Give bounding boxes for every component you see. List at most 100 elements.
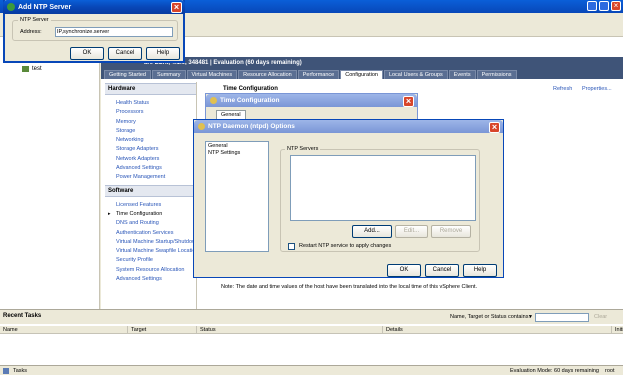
task-columns: Name Target Status Details Initi: [0, 326, 623, 334]
tab-performance[interactable]: Performance: [297, 70, 340, 79]
software-item-security-profile[interactable]: Security Profile: [105, 256, 196, 265]
refresh-link[interactable]: Refresh: [553, 86, 572, 92]
cancel-button[interactable]: Cancel: [108, 47, 142, 60]
hardware-item-processors[interactable]: Processors: [105, 108, 196, 117]
user-status: root: [605, 368, 615, 374]
recent-tasks-panel: Recent Tasks Name, Target or Status cont…: [0, 309, 623, 365]
hardware-item-advanced-settings[interactable]: Advanced Settings: [105, 164, 196, 173]
address-input[interactable]: [55, 27, 173, 37]
col-name[interactable]: Name: [0, 326, 128, 334]
minimize-icon[interactable]: [587, 1, 597, 11]
ntp-cancel-button[interactable]: Cancel: [425, 264, 459, 277]
hardware-item-memory[interactable]: Memory: [105, 118, 196, 127]
software-item-dns-and-routing[interactable]: DNS and Routing: [105, 219, 196, 228]
window-controls: ×: [587, 1, 621, 11]
recent-tasks-title: Recent Tasks: [3, 313, 42, 319]
ntp-nav-list: General NTP Settings: [205, 141, 269, 252]
host-icon: [22, 66, 29, 72]
col-status[interactable]: Status: [197, 326, 383, 334]
tree-item-label: test: [32, 66, 42, 72]
properties-link[interactable]: Properties...: [582, 86, 612, 92]
time-config-title-bar: Time Configuration ×: [206, 94, 417, 107]
tab-strip: Getting Started Summary Virtual Machines Re…: [101, 69, 623, 79]
col-target[interactable]: Target: [128, 326, 197, 334]
content-title: Time Configuration: [223, 86, 278, 92]
add-ntp-title-bar: Add NTP Server ×: [3, 0, 185, 14]
close-icon[interactable]: ×: [611, 1, 621, 11]
filter-dropdown-icon[interactable]: ▼: [528, 314, 533, 320]
close-icon[interactable]: ×: [403, 96, 414, 107]
edit-button[interactable]: Edit...: [395, 225, 428, 238]
config-nav: Hardware Health Status Processors Memory St…: [105, 82, 198, 314]
recent-tasks-bar: Recent Tasks Name, Target or Status cont…: [0, 310, 623, 324]
tab-resource-allocation[interactable]: Resource Allocation: [238, 70, 297, 79]
software-item-authentication-services[interactable]: Authentication Services: [105, 229, 196, 238]
hardware-list: Health Status Processors Memory Storage Netw…: [105, 95, 196, 183]
status-bar: Tasks Evaluation Mode: 60 days remaining…: [0, 365, 623, 375]
ntp-servers-group: NTP Servers Add... Edit... Remove Restar…: [280, 146, 480, 252]
software-header: Software: [105, 184, 196, 197]
hardware-item-networking[interactable]: Networking: [105, 136, 196, 145]
remove-button[interactable]: Remove: [431, 225, 471, 238]
col-initiated[interactable]: Initi: [612, 326, 623, 334]
tab-events[interactable]: Events: [448, 70, 476, 79]
tab-virtual-machines[interactable]: Virtual Machines: [186, 70, 238, 79]
ntp-server-list[interactable]: [290, 155, 476, 221]
time-config-title: Time Configuration: [220, 97, 280, 104]
hardware-item-storage-adapters[interactable]: Storage Adapters: [105, 145, 196, 154]
tab-permissions[interactable]: Permissions: [476, 70, 517, 79]
nav-general[interactable]: General: [208, 143, 266, 150]
hardware-item-network-adapters[interactable]: Network Adapters: [105, 155, 196, 164]
ntp-help-button[interactable]: Help: [463, 264, 497, 277]
tab-configuration[interactable]: Configuration: [340, 70, 383, 79]
general-tab[interactable]: General: [216, 110, 246, 119]
ntp-server-group: NTP Server Address:: [12, 17, 178, 41]
ntp-server-group-label: NTP Server: [18, 17, 51, 23]
close-icon[interactable]: ×: [171, 2, 182, 13]
ntp-servers-label: NTP Servers: [285, 146, 321, 152]
hardware-item-health-status[interactable]: Health Status: [105, 99, 196, 108]
filter-input[interactable]: [535, 313, 589, 322]
tab-getting-started[interactable]: Getting Started: [104, 70, 151, 79]
evaluation-status: Evaluation Mode: 60 days remaining: [510, 368, 599, 374]
tab-local-users-groups[interactable]: Local Users & Groups: [383, 70, 448, 79]
restart-label: Restart NTP service to apply changes: [299, 243, 392, 249]
ok-button[interactable]: OK: [70, 47, 104, 60]
ntp-ok-button[interactable]: OK: [387, 264, 421, 277]
restart-checkbox[interactable]: [288, 243, 295, 250]
software-item-advanced-settings[interactable]: Advanced Settings: [105, 275, 196, 284]
inventory-tree: test: [0, 37, 100, 309]
add-button[interactable]: Add...: [352, 225, 392, 238]
clear-button[interactable]: Clear: [594, 314, 607, 320]
software-list: Licensed Features ▸ Time Configuration DNS …: [105, 197, 198, 285]
restore-icon[interactable]: [599, 1, 609, 11]
dialog-icon: [198, 123, 205, 130]
ntp-options-dialog: NTP Daemon (ntpd) Options × General NTP …: [193, 119, 504, 278]
tree-item-test[interactable]: test: [22, 66, 42, 72]
close-icon[interactable]: ×: [489, 122, 500, 133]
help-button[interactable]: Help: [146, 47, 180, 60]
dialog-icon: [7, 3, 15, 11]
col-details[interactable]: Details: [383, 326, 612, 334]
selected-marker-icon: ▸: [108, 210, 111, 217]
time-note: Note: The date and time values of the ho…: [221, 284, 478, 290]
tasks-button[interactable]: Tasks: [13, 368, 27, 374]
add-ntp-dialog: Add NTP Server × NTP Server Address: OK …: [3, 0, 185, 63]
software-item-virtual-machine-startup-shutdow[interactable]: Virtual Machine Startup/Shutdow: [105, 238, 196, 247]
dialog-icon: [210, 97, 217, 104]
nav-ntp-settings[interactable]: NTP Settings: [208, 150, 266, 157]
filter-label: Name, Target or Status contains:: [450, 314, 530, 320]
ntp-options-title-bar: NTP Daemon (ntpd) Options ×: [194, 120, 503, 133]
software-item-licensed-features[interactable]: Licensed Features: [105, 201, 196, 210]
hardware-header: Hardware: [105, 83, 196, 95]
ntp-options-title: NTP Daemon (ntpd) Options: [208, 123, 295, 130]
tasks-icon: [3, 368, 9, 374]
address-label: Address:: [20, 29, 42, 35]
hardware-item-storage[interactable]: Storage: [105, 127, 196, 136]
software-item-system-resource-allocation[interactable]: System Resource Allocation: [105, 266, 196, 275]
software-item-time-configuration[interactable]: ▸ Time Configuration: [105, 210, 196, 219]
software-item-virtual-machine-swapfile-location[interactable]: Virtual Machine Swapfile Location: [105, 247, 198, 256]
hardware-item-power-management[interactable]: Power Management: [105, 173, 196, 182]
tab-summary[interactable]: Summary: [152, 70, 186, 79]
add-ntp-title: Add NTP Server: [18, 3, 72, 11]
